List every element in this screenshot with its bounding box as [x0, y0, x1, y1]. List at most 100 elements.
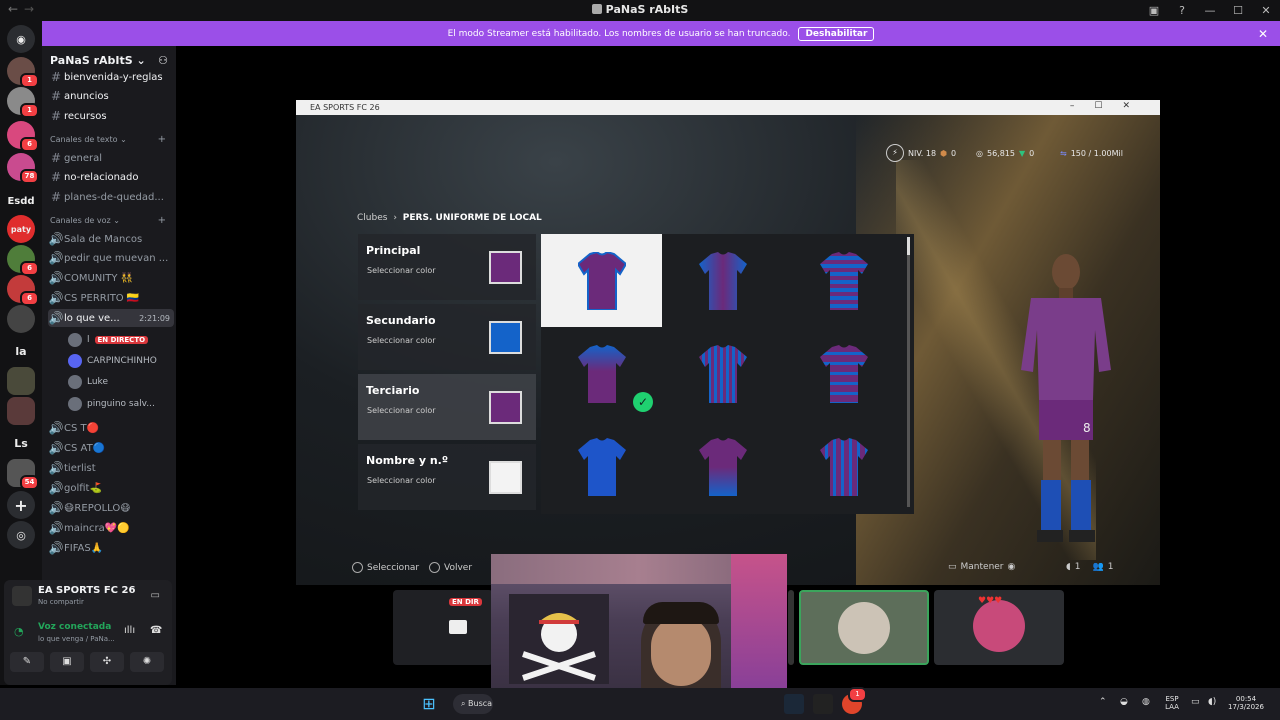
server-avatar[interactable]: 6	[7, 121, 39, 152]
option-terciario[interactable]: Terciario Seleccionar color	[358, 374, 536, 440]
jolly-roger-flag	[509, 594, 609, 684]
volume-icon: ◖	[1066, 562, 1071, 572]
server-avatar[interactable]	[7, 305, 35, 333]
checkmark-icon: ✓	[633, 392, 653, 412]
display-icon[interactable]: ▭	[1191, 697, 1200, 707]
steam-icon[interactable]	[784, 694, 804, 714]
help-icon[interactable]: ?	[1168, 4, 1196, 17]
voice-user[interactable]: Luke	[68, 373, 172, 391]
maximize-icon[interactable]: ☐	[1224, 4, 1252, 17]
voice-channel[interactable]: 🔊 pedir que muevan ...	[48, 249, 174, 267]
stream-tile-screen[interactable]: EN DIR	[393, 590, 493, 665]
voice-channel[interactable]: 🔊 COMUNITY 👯	[48, 269, 174, 287]
disable-streamer-button[interactable]: Deshabilitar	[798, 26, 875, 41]
tray-app-icon[interactable]: ◒	[1120, 697, 1128, 707]
voice-channel[interactable]: 🔊 FIFAS🙏	[48, 539, 174, 557]
explore-icon[interactable]: ◎	[7, 521, 35, 549]
app-icon[interactable]: 1	[842, 687, 867, 714]
hint-hold[interactable]: ▭ Mantener ◉	[948, 562, 1015, 572]
ea-app-icon[interactable]	[813, 694, 833, 714]
tray-app-icon[interactable]: ◍	[1142, 697, 1150, 707]
close-icon[interactable]: ✕	[1258, 27, 1268, 41]
voice-connected-label[interactable]: Voz conectada	[38, 622, 111, 632]
server-avatar[interactable]: 78	[7, 153, 39, 184]
voice-channel[interactable]: 🔊 CS T🔴	[48, 419, 174, 437]
voice-channel[interactable]: 🔊 tierlist	[48, 459, 174, 477]
channel-item[interactable]: # general	[48, 149, 174, 167]
category-text[interactable]: Canales de texto ⌄	[50, 135, 127, 144]
add-channel-icon[interactable]: +	[158, 215, 166, 226]
channel-item[interactable]: # anuncios	[48, 87, 174, 105]
server-avatar[interactable]: 6	[7, 245, 39, 276]
x-button-icon	[352, 562, 363, 573]
volume-icon[interactable]: ◖)	[1208, 697, 1216, 707]
channel-item[interactable]: # planes-de-quedad...	[48, 188, 174, 206]
close-icon[interactable]: ✕	[1252, 4, 1280, 17]
screen-share-icon[interactable]: ▣	[50, 652, 84, 672]
hud-counters: ◖ 1 👥 1	[1066, 562, 1114, 572]
voice-user[interactable]: l EN DIRECTO	[68, 331, 172, 349]
kit-pattern-7[interactable]	[541, 420, 662, 513]
taskbar-clock[interactable]: 00:54 17/3/2026	[1222, 695, 1270, 711]
voice-channel[interactable]: 🔊 CS AT🔵	[48, 439, 174, 457]
channel-item[interactable]: # no-relacionado	[48, 168, 174, 186]
activities-icon[interactable]: ✣	[90, 652, 124, 672]
stream-tile-user[interactable]	[799, 590, 929, 665]
breadcrumb-clubs[interactable]: Clubes	[357, 213, 387, 223]
invite-icon[interactable]: ⚇	[158, 54, 168, 68]
server-avatar[interactable]: 6	[7, 275, 39, 306]
discord-home-icon[interactable]: ◉	[7, 25, 35, 53]
add-channel-icon[interactable]: +	[158, 134, 166, 145]
channel-item[interactable]: # recursos	[48, 107, 174, 125]
option-secundario[interactable]: Secundario Seleccionar color	[358, 304, 536, 370]
window-controls[interactable]: –☐✕	[1070, 101, 1150, 111]
kit-pattern-5[interactable]	[662, 327, 783, 420]
voice-user[interactable]: pinguino salv...	[68, 395, 172, 413]
kit-pattern-9[interactable]	[783, 420, 904, 513]
share-screen-icon[interactable]: ▭	[151, 590, 160, 601]
color-swatch	[489, 321, 522, 354]
grid-scrollbar[interactable]	[907, 237, 910, 507]
taskbar-search[interactable]: ⌕ Busca	[453, 694, 493, 714]
server-avatar[interactable]	[7, 397, 35, 425]
voice-channel-active[interactable]: 🔊 lo que ve... 2:21:09	[48, 309, 174, 327]
server-avatar[interactable]	[7, 367, 35, 395]
hint-back[interactable]: Volver	[429, 562, 472, 573]
voice-user[interactable]: CARPINCHINHO	[68, 352, 172, 370]
add-server-icon[interactable]: +	[7, 491, 35, 519]
inbox-icon[interactable]: ▣	[1140, 4, 1168, 17]
camera-icon[interactable]: ✎	[10, 652, 44, 672]
category-voice[interactable]: Canales de voz ⌄	[50, 216, 120, 225]
tray-expand-icon[interactable]: ⌃	[1099, 697, 1107, 707]
voice-channel[interactable]: 🔊 CS PERRITO 🇨🇴	[48, 289, 174, 307]
kit-pattern-3[interactable]	[783, 234, 904, 327]
voice-channel[interactable]: 🔊 golfit⛳	[48, 479, 174, 497]
kit-pattern-8[interactable]	[662, 420, 783, 513]
server-ls[interactable]: Ls	[7, 429, 35, 457]
stream-tile-user[interactable]: ♥♥♥	[934, 590, 1064, 665]
windows-start-icon[interactable]: ⊞	[419, 694, 439, 714]
voice-channel[interactable]: 🔊 Sala de Mancos	[48, 230, 174, 248]
minimize-icon[interactable]: —	[1196, 4, 1224, 17]
server-paty[interactable]: paty	[7, 215, 35, 243]
live-badge: EN DIRECTO	[94, 336, 149, 344]
voice-channel[interactable]: 🔊 maincra💖🟡	[48, 519, 174, 537]
game-icon	[12, 586, 32, 606]
kit-pattern-6[interactable]	[783, 327, 904, 420]
server-la[interactable]: la	[7, 337, 35, 365]
hint-select[interactable]: Seleccionar	[352, 562, 419, 573]
server-avatar[interactable]: 54	[7, 459, 39, 490]
kit-pattern-2[interactable]	[662, 234, 783, 327]
soundboard-icon[interactable]: ✺	[130, 652, 164, 672]
server-esdd[interactable]: Esdd	[7, 187, 35, 215]
channel-item[interactable]: # bienvenida-y-reglas	[48, 68, 174, 86]
server-avatar[interactable]: 1	[7, 57, 39, 88]
server-avatar[interactable]: 1	[7, 87, 39, 118]
keyboard-language[interactable]: ESP LAA	[1162, 695, 1182, 711]
disconnect-icon[interactable]: ☎	[150, 625, 162, 636]
noise-suppression-icon[interactable]: ıllı	[124, 625, 135, 636]
option-nombre[interactable]: Nombre y n.º Seleccionar color	[358, 444, 536, 510]
kit-pattern-1[interactable]	[541, 234, 662, 327]
voice-channel[interactable]: 🔊 😷REPOLLO😷	[48, 499, 174, 517]
option-principal[interactable]: Principal Seleccionar color	[358, 234, 536, 300]
